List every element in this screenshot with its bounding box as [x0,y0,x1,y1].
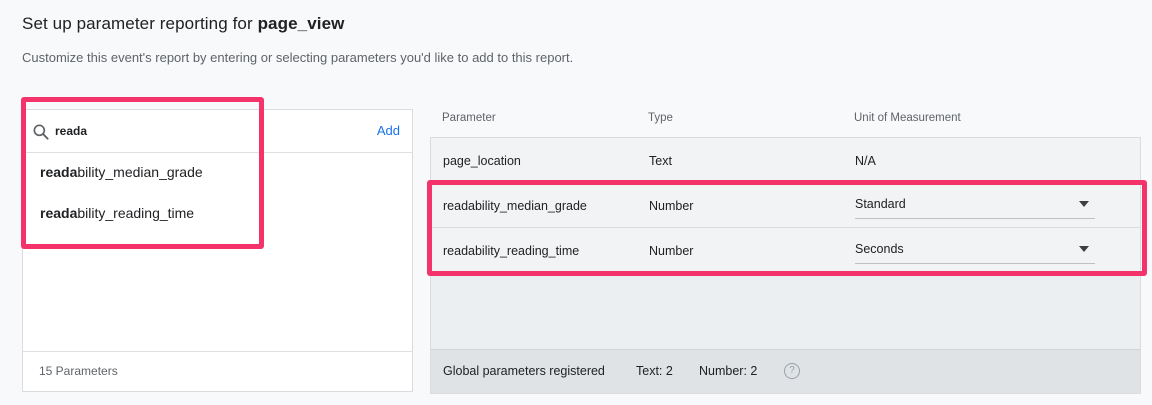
left-panel-footer: 15 Parameters [23,351,412,391]
parameter-count: 15 Parameters [39,364,118,378]
unit-select-value: Standard [855,197,906,211]
chevron-down-icon [1079,201,1089,207]
row-parameter: readability_reading_time [443,244,580,258]
row-type: Number [649,199,694,213]
parameter-picker-panel: Add readability_median_grade readability… [22,109,413,392]
table-row: readability_median_grade Number Standard [431,183,1140,228]
row-parameter: readability_median_grade [443,199,587,213]
row-type: Number [649,244,694,258]
help-icon[interactable]: ? [784,363,800,379]
parameter-table: page_location Text N/A readability_media… [430,137,1141,394]
column-header-unit: Unit of Measurement [854,112,961,124]
page-title: Set up parameter reporting for page_view [22,14,345,33]
global-parameters-label: Global parameters registered [443,364,605,378]
table-row: readability_reading_time Number Seconds [431,228,1140,273]
row-parameter: page_location [443,154,521,168]
text-count: Text: 2 [636,364,673,378]
unit-select-value: Seconds [855,242,904,256]
unit-select[interactable]: Seconds [855,238,1095,264]
event-name: page_view [257,14,345,33]
parameter-search-input[interactable] [55,121,355,141]
add-button[interactable]: Add [377,123,400,138]
column-header-type: Type [648,112,673,124]
table-header: Parameter Type Unit of Measurement [430,111,1141,137]
global-parameters-footer: Global parameters registered Text: 2 Num… [431,349,1140,393]
column-header-parameter: Parameter [442,112,496,124]
search-row: Add [23,110,412,153]
search-icon [33,124,49,140]
suggestion-item[interactable]: readability_median_grade [40,164,203,180]
suggestion-item[interactable]: readability_reading_time [40,205,194,221]
page-subtitle: Customize this event's report by enterin… [22,50,574,65]
unit-select[interactable]: Standard [855,193,1095,219]
row-type: Text [649,154,672,168]
table-row: page_location Text N/A [431,138,1140,183]
row-unit: N/A [855,154,876,168]
number-count: Number: 2 [699,364,758,378]
chevron-down-icon [1079,246,1089,252]
